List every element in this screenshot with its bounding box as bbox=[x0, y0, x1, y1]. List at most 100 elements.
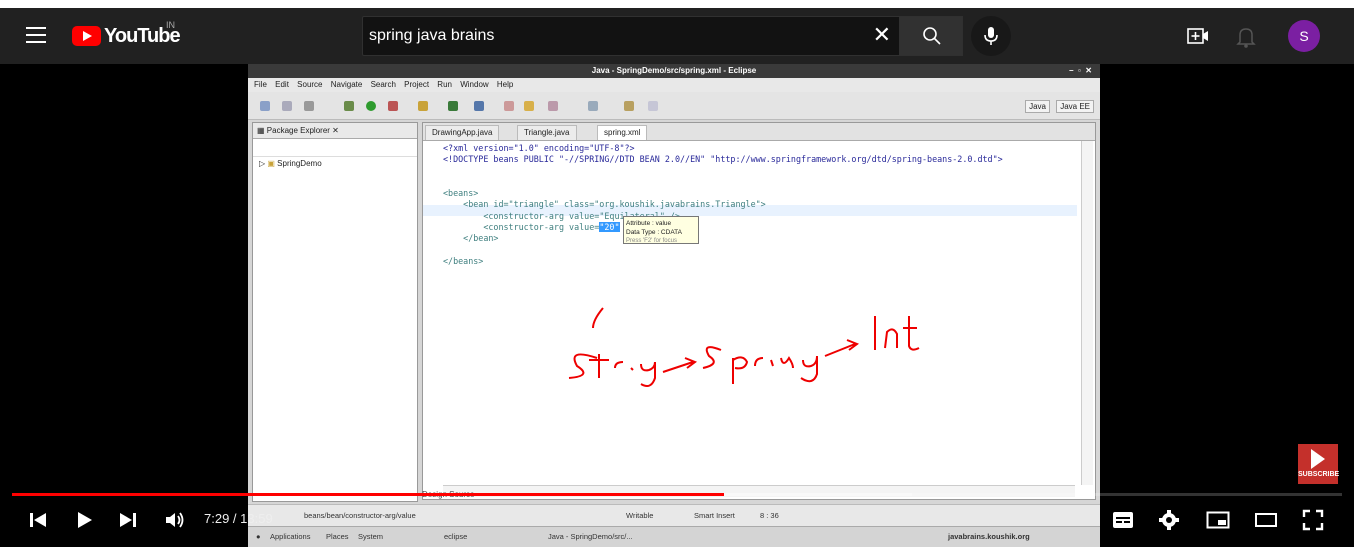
tab-drawingapp: DrawingApp.java bbox=[425, 125, 500, 140]
miniplayer-icon[interactable] bbox=[1206, 510, 1230, 530]
progress-played bbox=[12, 493, 724, 496]
annotation-icon bbox=[548, 101, 558, 111]
open-type-icon bbox=[474, 101, 484, 111]
code-beans-close: </beans> bbox=[443, 255, 484, 266]
taskbar-applications: Applications bbox=[270, 532, 311, 541]
package-explorer-tab: ▦ Package Explorer ✕ bbox=[253, 123, 417, 139]
toolbar: Java Java EE bbox=[248, 92, 1100, 120]
next-icon[interactable] bbox=[118, 510, 138, 530]
taskbar-eclipse: eclipse bbox=[444, 532, 468, 541]
project-folder-icon: ▣ bbox=[267, 159, 275, 168]
tab-triangle: Triangle.java bbox=[517, 125, 577, 140]
window-controls: – ▫ ✕ bbox=[1069, 66, 1092, 75]
subscribe-watermark[interactable]: SUBSCRIBE bbox=[1298, 444, 1340, 484]
taskbar-site: javabrains.koushik.org bbox=[948, 532, 1030, 541]
package-explorer-tools bbox=[253, 139, 417, 157]
youtube-header: YouTube IN spring java brains ✕ S bbox=[0, 8, 1354, 64]
code-beans-open: <beans> bbox=[443, 188, 479, 199]
gnome-foot-icon: ● bbox=[256, 532, 261, 541]
youtube-play-logo-icon bbox=[72, 26, 101, 46]
eclipse-window: Java - SpringDemo/src/spring.xml - Eclip… bbox=[248, 64, 1100, 547]
play-icon[interactable] bbox=[74, 510, 94, 530]
menu-file: File bbox=[254, 80, 267, 89]
window-title-bar: Java - SpringDemo/src/spring.xml - Eclip… bbox=[248, 64, 1100, 78]
menu-navigate: Navigate bbox=[330, 80, 363, 89]
folder-icon bbox=[524, 101, 534, 111]
menu-project: Project bbox=[404, 80, 430, 89]
project-name: SpringDemo bbox=[277, 159, 322, 168]
search-icon bbox=[923, 27, 941, 45]
code-area: <?xml version="1.0" encoding="UTF-8"?> <… bbox=[443, 143, 1003, 267]
search-input[interactable]: spring java brains ✕ bbox=[362, 16, 900, 56]
subscribe-label: SUBSCRIBE bbox=[1298, 471, 1340, 478]
theater-mode-icon[interactable] bbox=[1254, 512, 1278, 528]
tooltip-hint: Press 'F2' for focus bbox=[626, 238, 677, 244]
tab-spring-xml: spring.xml bbox=[597, 125, 648, 140]
code-bean-open: <bean id="triangle" class="org.koushik.j… bbox=[463, 199, 766, 210]
vertical-scrollbar bbox=[1081, 141, 1093, 485]
search-tool-icon bbox=[504, 101, 514, 111]
new-class-icon bbox=[448, 101, 458, 111]
menu-search: Search bbox=[370, 80, 396, 89]
voice-search-button[interactable] bbox=[971, 16, 1011, 56]
new-icon bbox=[260, 101, 270, 111]
time-display: 7:29 / 13:59 bbox=[204, 511, 273, 526]
window-title: Java - SpringDemo/src/spring.xml - Eclip… bbox=[591, 66, 757, 75]
new-package-icon bbox=[418, 101, 428, 111]
taskbar-places: Places bbox=[326, 532, 349, 541]
status-writable: Writable bbox=[626, 511, 654, 520]
bell-icon[interactable] bbox=[1236, 26, 1256, 48]
status-path: beans/bean/constructor-arg/value bbox=[304, 511, 416, 520]
close-icon[interactable]: ✕ bbox=[873, 23, 891, 47]
print-icon bbox=[304, 101, 314, 111]
taskbar-window: Java - SpringDemo/src/... bbox=[548, 532, 633, 541]
save-icon bbox=[282, 101, 292, 111]
package-explorer: ▦ Package Explorer ✕ ▷ ▣ SpringDemo bbox=[252, 122, 418, 502]
volume-icon[interactable] bbox=[164, 510, 186, 530]
menu-edit: Edit bbox=[275, 80, 289, 89]
perspective-java-ee: Java EE bbox=[1056, 100, 1094, 113]
next-annotation-icon bbox=[588, 101, 598, 111]
code-bean-close: </bean> bbox=[463, 233, 499, 244]
perspective-java: Java bbox=[1025, 100, 1050, 113]
debug-icon bbox=[344, 101, 354, 111]
package-icon: ▦ bbox=[257, 126, 267, 135]
tooltip-line-2: Data Type : CDATA bbox=[626, 229, 682, 236]
external-tools-icon bbox=[388, 101, 398, 111]
menu-run: Run bbox=[437, 80, 452, 89]
package-explorer-title: Package Explorer bbox=[266, 126, 330, 135]
attribute-tooltip: Attribute : value Data Type : CDATA Pres… bbox=[623, 216, 699, 244]
menu-source: Source bbox=[297, 80, 323, 89]
search-query: spring java brains bbox=[369, 27, 495, 44]
progress-bar[interactable] bbox=[12, 493, 1342, 496]
subtitles-icon[interactable] bbox=[1112, 510, 1134, 530]
editor-tabs: DrawingApp.java Triangle.java spring.xml bbox=[423, 123, 1095, 141]
status-cursor-position: 8 : 36 bbox=[760, 511, 779, 520]
country-code: IN bbox=[166, 20, 175, 30]
taskbar-system: System bbox=[358, 532, 384, 541]
forward-icon bbox=[648, 101, 658, 111]
menu-help: Help bbox=[496, 80, 514, 89]
previous-icon[interactable] bbox=[28, 510, 48, 530]
code-line-1: <?xml version="1.0" encoding="UTF-8"?> bbox=[443, 143, 635, 153]
status-bar: beans/bean/constructor-arg/value Writabl… bbox=[248, 504, 1100, 526]
code-arg-2-prefix: <constructor-arg value= bbox=[483, 222, 600, 233]
tree-item: ▷ ▣ SpringDemo bbox=[253, 157, 417, 171]
avatar[interactable]: S bbox=[1288, 20, 1320, 52]
play-icon bbox=[1311, 449, 1325, 469]
menu-window: Window bbox=[460, 80, 489, 89]
selected-value: "20" bbox=[599, 222, 620, 233]
fullscreen-icon[interactable] bbox=[1302, 509, 1324, 531]
settings-icon[interactable] bbox=[1158, 509, 1180, 531]
search-button[interactable] bbox=[899, 16, 963, 56]
handwritten-annotation bbox=[568, 307, 920, 387]
mic-icon bbox=[984, 27, 998, 45]
video-player[interactable]: Java - SpringDemo/src/spring.xml - Eclip… bbox=[0, 64, 1354, 547]
hamburger-icon[interactable] bbox=[26, 27, 46, 43]
youtube-logo[interactable]: YouTube bbox=[72, 25, 181, 47]
menu-bar: File Edit Source Navigate Search Project… bbox=[248, 78, 1100, 92]
xml-editor: DrawingApp.java Triangle.java spring.xml… bbox=[422, 122, 1096, 500]
perspective-switcher: Java Java EE bbox=[1021, 100, 1094, 113]
create-video-icon[interactable] bbox=[1187, 26, 1209, 46]
run-icon bbox=[366, 101, 376, 111]
